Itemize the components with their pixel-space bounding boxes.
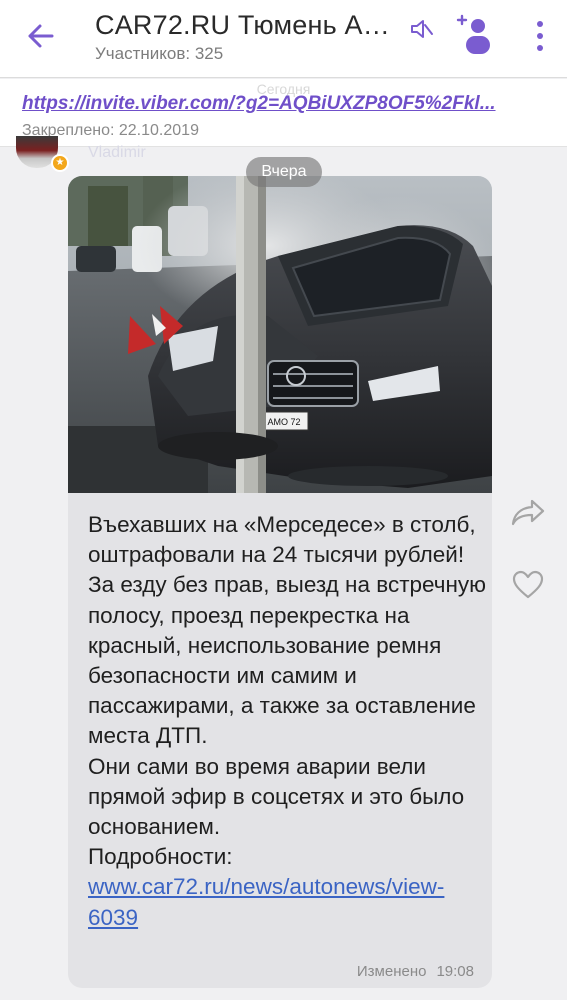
forward-icon[interactable] [510,497,546,527]
pinned-link[interactable]: https://invite.viber.com/?g2=AQBiUXZP8OF… [22,93,542,115]
chat-title[interactable]: CAR72.RU Тюмень Ав... [95,10,400,41]
back-button[interactable] [22,18,58,54]
arrow-left-icon [28,24,54,48]
message-body: Въехавших на «Мерседесе» в столб, оштраф… [88,512,487,870]
message-photo[interactable]: АМО 72 [68,176,492,493]
chat-header: CAR72.RU Тюмень Ав... Участников: 325 [0,0,567,78]
message-meta: Изменено 19:08 [357,963,474,980]
sender-name[interactable]: Vladimir [88,144,146,162]
more-vertical-icon[interactable] [528,18,552,54]
heart-icon[interactable] [512,570,544,600]
member-count[interactable]: Участников: 325 [95,44,223,64]
star-icon: ★ [51,154,69,172]
message-text: Въехавших на «Мерседесе» в столб, оштраф… [88,510,488,933]
bell-off-icon[interactable] [408,16,434,42]
avatar[interactable]: ★ [16,136,69,172]
message-link[interactable]: www.car72.ru/news/autonews/view-6039 [88,874,444,929]
message-bubble[interactable]: АМО 72 Въехавших на «Мерседесе» в столб,… [68,176,492,988]
pinned-message[interactable]: Сегодня https://invite.viber.com/?g2=AQB… [0,79,567,147]
edited-label: Изменено [356,963,427,980]
date-separator: Вчера [246,157,322,187]
add-user-icon[interactable] [456,12,492,56]
message-time: 19:08 [436,963,474,980]
license-plate-text: АМО 72 [267,417,300,427]
